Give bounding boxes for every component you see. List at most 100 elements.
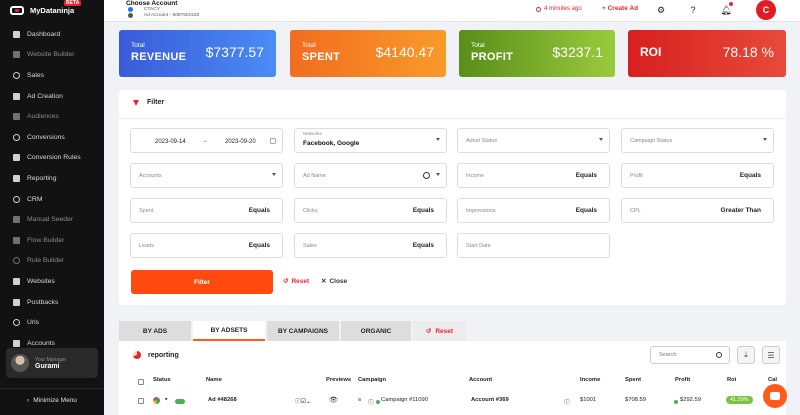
- impressions-operator[interactable]: Equals: [576, 207, 597, 214]
- apply-filter-button[interactable]: Filter: [131, 270, 273, 294]
- tab-reset-button[interactable]: ↺ Reset: [413, 321, 466, 341]
- col-roi[interactable]: Roi: [727, 377, 736, 383]
- sidebar-item-manual-seeder[interactable]: Manual Seeder: [0, 209, 104, 230]
- calendar-icon: [270, 138, 276, 144]
- col-account[interactable]: Account: [469, 377, 492, 383]
- profit-filter[interactable]: Profit Equals: [621, 163, 774, 188]
- adset-status-select[interactable]: Adset Status: [457, 128, 610, 153]
- columns-settings-button[interactable]: ☰: [762, 346, 780, 364]
- clicks-filter[interactable]: Clicks Equals: [294, 198, 447, 223]
- accounts-icon: [13, 339, 20, 347]
- status-toggle[interactable]: [175, 399, 185, 404]
- create-ad-button[interactable]: + Create Ad: [602, 5, 638, 12]
- sidebar-item-urls[interactable]: Urls: [0, 312, 104, 333]
- account-chooser[interactable]: Choose Account: [126, 0, 177, 7]
- sidebar-item-label: Rule Builder: [27, 257, 65, 265]
- date-range-picker[interactable]: 2023-09-14 → 2023-09-20: [130, 128, 283, 153]
- brand[interactable]: MyDataninja: [0, 0, 104, 20]
- cpl-filter[interactable]: CPL Greater Than: [621, 198, 774, 223]
- tab-by-adsets[interactable]: BY ADSETS: [193, 321, 265, 341]
- sidebar-item-rule-builder[interactable]: Rule Builder: [0, 251, 104, 272]
- col-profit[interactable]: Profit: [675, 377, 690, 383]
- sidebar-item-audiences[interactable]: Audiences: [0, 106, 104, 127]
- sidebar-item-reporting[interactable]: Reporting: [0, 168, 104, 189]
- spent-operator[interactable]: Equals: [249, 207, 270, 214]
- table-row[interactable]: ▪ Ad #48268 ⓘ☑⌄ 👁︎ ≡ ⓘ Campaign #11090 A…: [119, 394, 786, 410]
- col-name[interactable]: Name: [206, 377, 222, 383]
- account-name: CTACY: [144, 7, 160, 12]
- clicks-placeholder: Clicks: [303, 208, 318, 214]
- globe-icon: [13, 277, 20, 285]
- ad-account-icon: [128, 13, 133, 18]
- filter-header[interactable]: Filter: [133, 99, 164, 106]
- sidebar-item-label: Accounts: [27, 339, 55, 347]
- tab-by-ads[interactable]: BY ADS: [119, 321, 191, 341]
- col-spent[interactable]: Spent: [625, 377, 641, 383]
- tab-organic[interactable]: ORGANIC: [341, 321, 411, 341]
- sales-placeholder: Sales: [303, 243, 317, 249]
- manager-card[interactable]: Your Manager Gurami: [6, 348, 98, 378]
- accounts-select[interactable]: Accounts: [130, 163, 283, 188]
- sidebar-item-website-builder[interactable]: Website Builder: [0, 45, 104, 66]
- sidebar-item-label: Conversion Rules: [27, 154, 81, 162]
- sidebar-item-sales[interactable]: Sales: [0, 65, 104, 86]
- spent-filter[interactable]: Spent Equals: [130, 198, 283, 223]
- col-cal[interactable]: Cal: [768, 377, 777, 383]
- start-date-placeholder: Start Date: [466, 243, 491, 249]
- impressions-filter[interactable]: Impressions Equals: [457, 198, 610, 223]
- ad-name[interactable]: Ad #48268: [208, 397, 237, 403]
- profit-operator[interactable]: Equals: [740, 172, 761, 179]
- col-campaign[interactable]: Campaign: [358, 377, 386, 383]
- tab-by-campaigns[interactable]: BY CAMPAIGNS: [267, 321, 339, 341]
- col-income[interactable]: Income: [580, 377, 600, 383]
- close-filter-button[interactable]: ✕ Close: [321, 277, 347, 286]
- networks-select[interactable]: Networks Facebook, Google: [294, 128, 447, 153]
- campaign-name[interactable]: Campaign #11090: [381, 397, 428, 403]
- ad-name-select[interactable]: Ad Name: [294, 163, 447, 188]
- help-icon[interactable]: ?: [687, 4, 699, 16]
- cpl-operator[interactable]: Greater Than: [721, 207, 761, 214]
- sidebar-item-flow-builder[interactable]: Flow Builder: [0, 230, 104, 251]
- sidebar-item-dashboard[interactable]: Dashboard: [0, 24, 104, 45]
- eye-icon[interactable]: 👁︎: [329, 396, 338, 404]
- profit-dot: [674, 400, 678, 404]
- col-status[interactable]: Status: [153, 377, 171, 383]
- minimize-menu-button[interactable]: ‹ Minimize Menu: [0, 388, 104, 412]
- chevron-down-icon: [436, 173, 440, 176]
- rules-icon: [13, 154, 20, 162]
- sidebar-item-crm[interactable]: CRM: [0, 189, 104, 210]
- minimize-menu-label: Minimize Menu: [33, 397, 77, 404]
- row-checkbox[interactable]: [138, 398, 144, 404]
- download-button[interactable]: ⤓: [737, 346, 755, 364]
- sidebar-item-conversions[interactable]: Conversions: [0, 127, 104, 148]
- income-operator[interactable]: Equals: [576, 172, 597, 179]
- reporting-title: reporting: [148, 351, 179, 359]
- gear-icon[interactable]: ⚙: [655, 4, 667, 16]
- sidebar-item-postbacks[interactable]: Postbacks: [0, 292, 104, 313]
- sidebar-item-websites[interactable]: Websites: [0, 271, 104, 292]
- select-all-checkbox[interactable]: [138, 379, 144, 385]
- ad-actions-icon[interactable]: ⓘ☑⌄: [295, 396, 311, 405]
- sidebar-item-ad-creation[interactable]: Ad Creation: [0, 86, 104, 107]
- clicks-operator[interactable]: Equals: [413, 207, 434, 214]
- sidebar-item-label: Flow Builder: [27, 236, 65, 244]
- profile-avatar[interactable]: C: [756, 0, 776, 20]
- profit-label-top: Total: [471, 42, 485, 49]
- profit-card: Total PROFIT $3237.1: [459, 30, 615, 77]
- col-previews[interactable]: Previews: [326, 377, 351, 383]
- income-filter[interactable]: Income Equals: [457, 163, 610, 188]
- search-input[interactable]: Search: [650, 346, 730, 364]
- leads-operator[interactable]: Equals: [249, 242, 270, 249]
- leads-filter[interactable]: Leads Equals: [130, 233, 283, 258]
- chevron-down-icon: [272, 173, 276, 176]
- chat-launcher-button[interactable]: [763, 384, 787, 408]
- start-date-filter[interactable]: Start Date: [457, 233, 610, 258]
- download-icon: ⤓: [744, 350, 748, 359]
- sales-filter[interactable]: Sales Equals: [294, 233, 447, 258]
- sales-operator[interactable]: Equals: [413, 242, 434, 249]
- gauge-icon: [13, 71, 20, 79]
- campaign-status-select[interactable]: Campaign Status: [621, 128, 774, 153]
- sidebar-item-conversion-rules[interactable]: Conversion Rules: [0, 148, 104, 169]
- reset-filter-button[interactable]: ↺ Reset: [283, 277, 309, 286]
- info-icon: ⓘ: [564, 400, 570, 406]
